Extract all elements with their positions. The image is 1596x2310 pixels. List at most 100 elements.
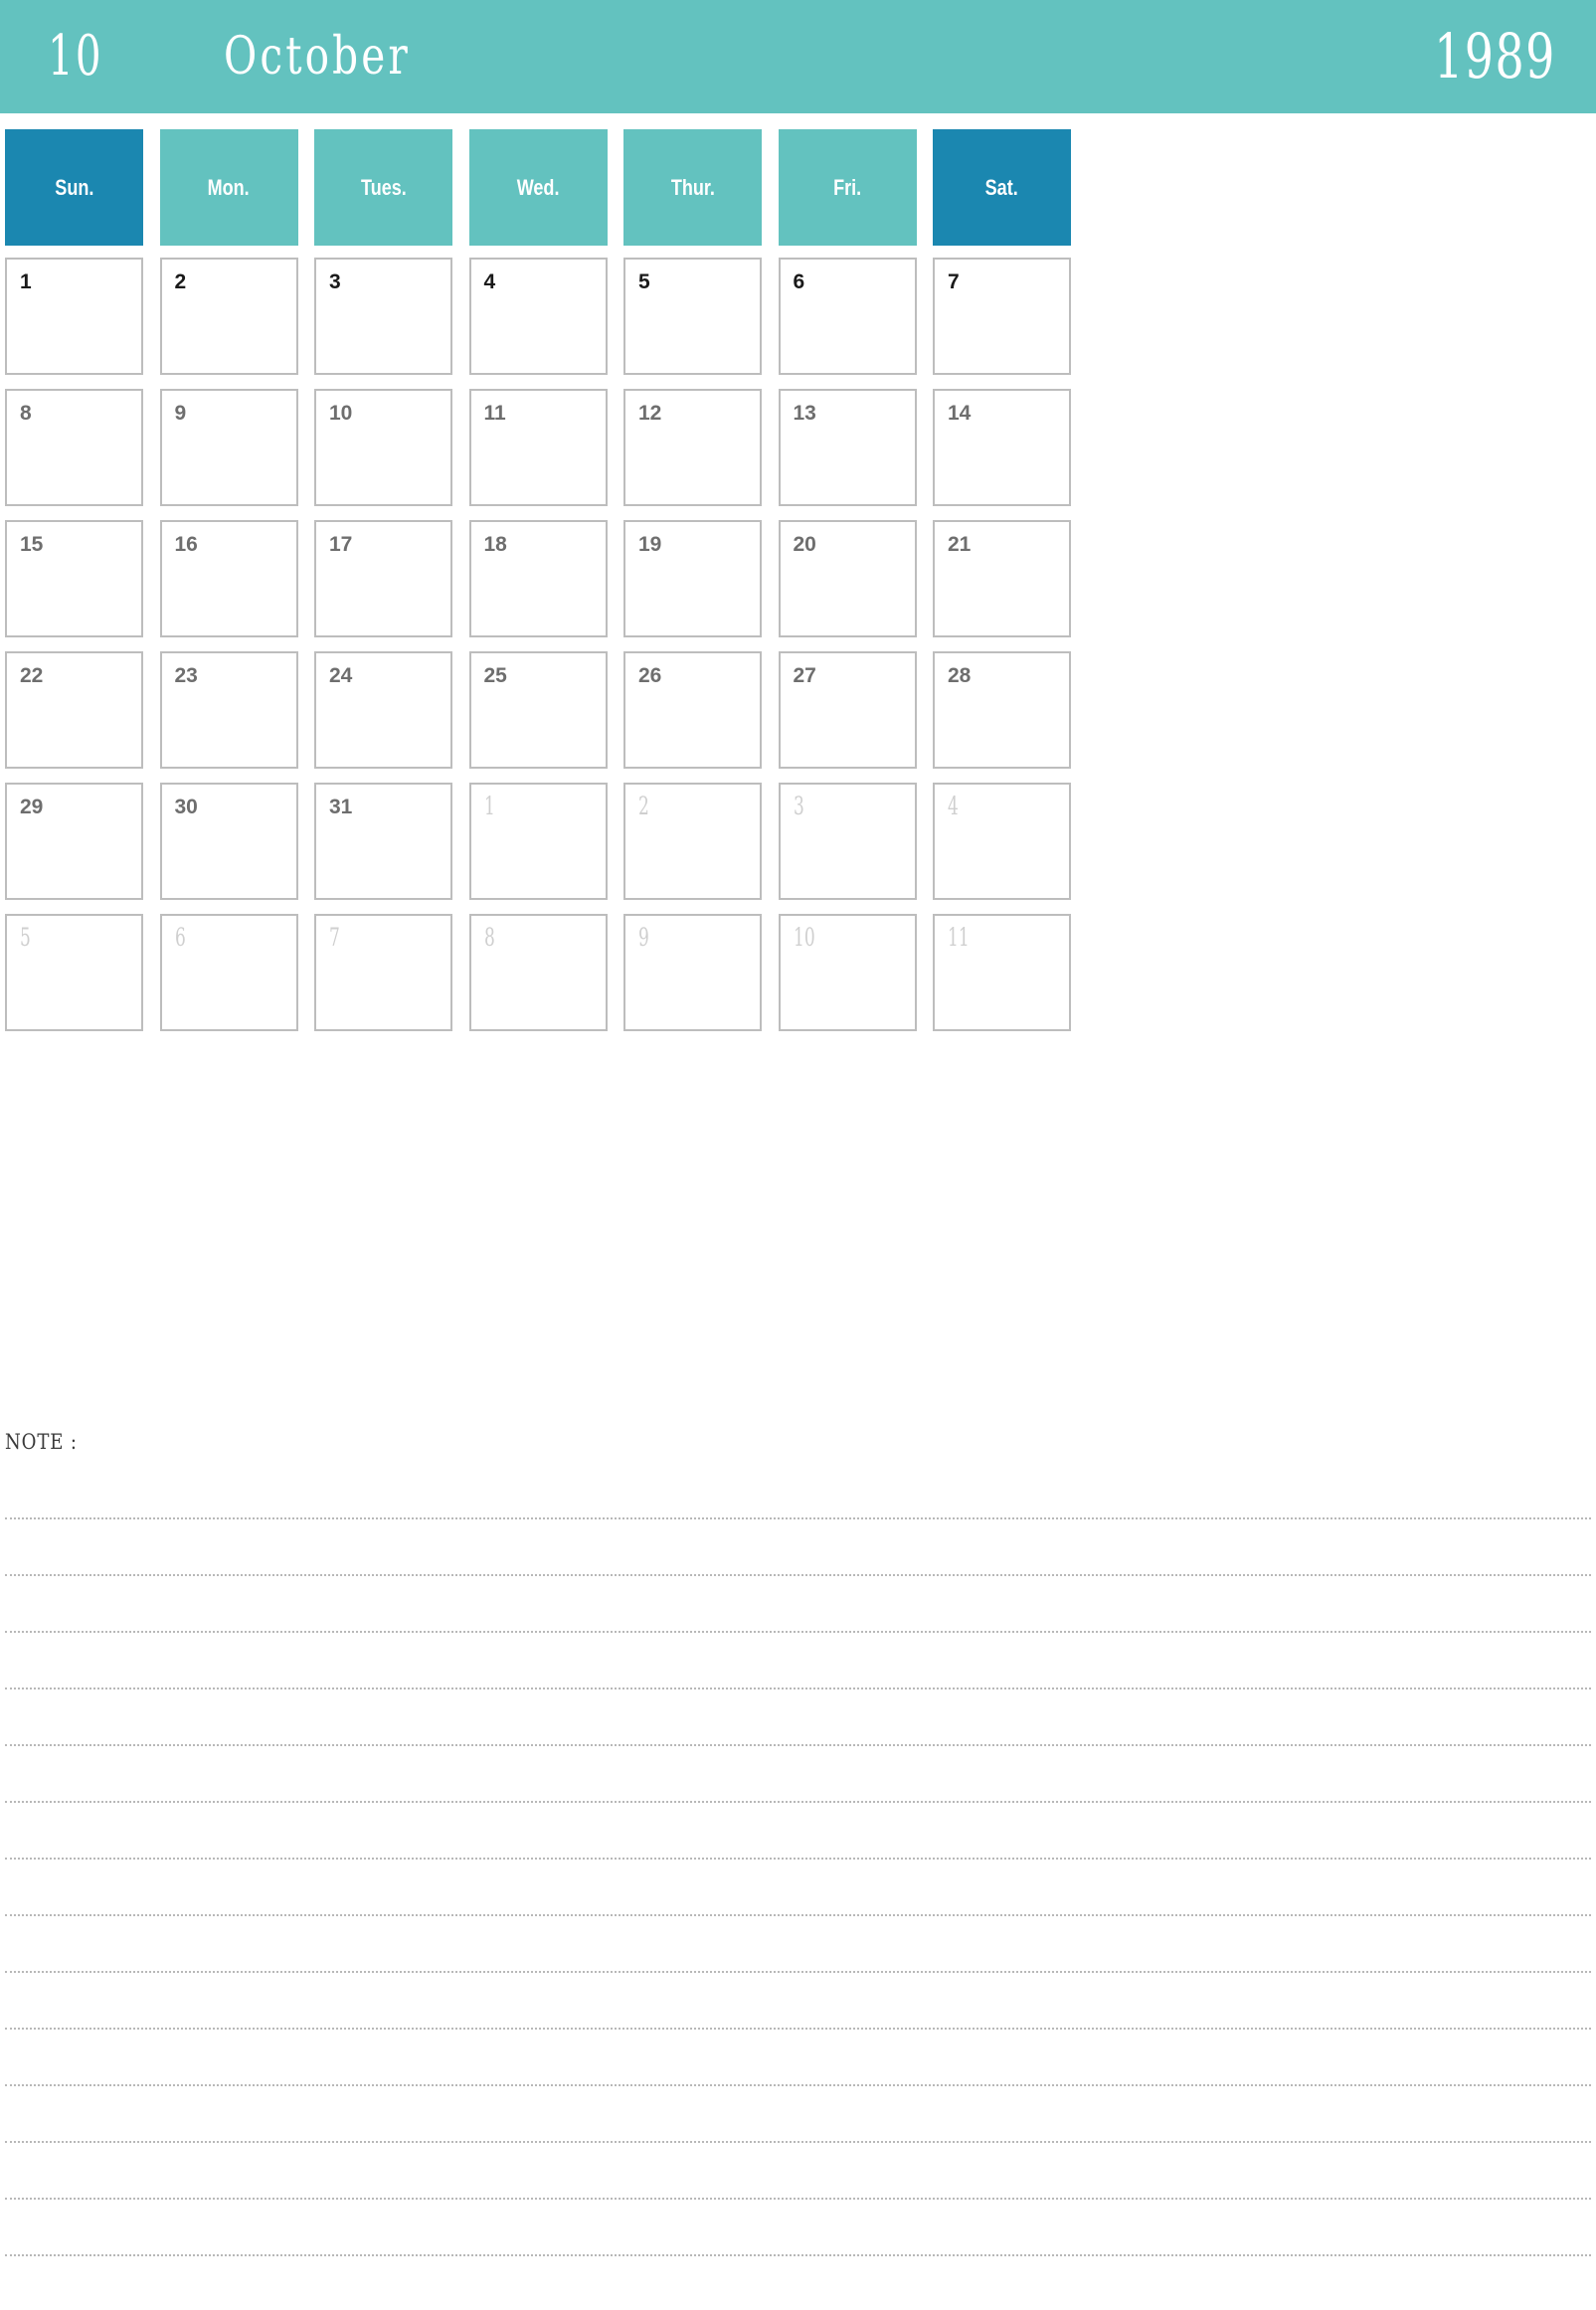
calendar-day-cell[interactable]: 26: [623, 651, 762, 769]
note-rule-line[interactable]: [5, 2030, 1591, 2086]
calendar-day-cell[interactable]: 1: [468, 783, 608, 900]
calendar-cell-wrapper: 1: [5, 258, 143, 375]
day-number: 4: [483, 270, 496, 293]
calendar-cell-wrapper: 26: [623, 651, 762, 769]
calendar-cell-wrapper: 3: [778, 783, 917, 900]
note-rule-line[interactable]: [5, 1803, 1591, 1860]
calendar-day-cell[interactable]: 30: [159, 783, 298, 900]
calendar-day-cell[interactable]: 4: [468, 258, 608, 375]
calendar-day-cell[interactable]: 16: [159, 520, 298, 637]
calendar-title-banner: 10 October 1989: [0, 0, 1596, 113]
calendar-day-cell[interactable]: 5: [623, 258, 762, 375]
note-rule-line[interactable]: [5, 1576, 1591, 1633]
calendar-day-cell[interactable]: 7: [314, 914, 452, 1031]
calendar-cell-wrapper: 30: [159, 783, 298, 900]
weekday-header-sat: Sat.: [933, 129, 1071, 246]
calendar-cell-wrapper: 4: [933, 783, 1071, 900]
calendar-day-cell[interactable]: 3: [778, 783, 917, 900]
note-rule-line[interactable]: [5, 1689, 1591, 1746]
note-label: NOTE :: [5, 1430, 78, 1454]
calendar-day-cell[interactable]: 7: [933, 258, 1071, 375]
day-number: 5: [20, 923, 31, 952]
calendar-day-cell[interactable]: 8: [5, 389, 143, 506]
calendar-day-cell[interactable]: 11: [933, 914, 1071, 1031]
calendar-cell-wrapper: 6: [159, 914, 298, 1031]
day-number: 11: [948, 923, 970, 952]
weekday-header-mon: Mon.: [159, 129, 298, 246]
calendar-cell-wrapper: 17: [314, 520, 452, 637]
day-number: 9: [638, 923, 649, 952]
note-rule-line[interactable]: [5, 1860, 1591, 1916]
day-number: 9: [174, 402, 187, 425]
calendar-day-cell[interactable]: 18: [468, 520, 608, 637]
calendar-day-cell[interactable]: 2: [159, 258, 298, 375]
calendar-cell-wrapper: 7: [933, 258, 1071, 375]
calendar-day-cell[interactable]: 9: [623, 914, 762, 1031]
calendar-day-cell[interactable]: 4: [933, 783, 1071, 900]
calendar-day-cell[interactable]: 29: [5, 783, 143, 900]
calendar-cell-wrapper: 11: [468, 389, 608, 506]
note-rule-line[interactable]: [5, 1463, 1591, 1519]
calendar-day-cell[interactable]: 1: [5, 258, 143, 375]
calendar-day-cell[interactable]: 25: [468, 651, 608, 769]
note-rule-line[interactable]: [5, 1916, 1591, 1973]
calendar-day-cell[interactable]: 6: [159, 914, 298, 1031]
day-number: 27: [793, 664, 816, 687]
calendar-cell-wrapper: 21: [933, 520, 1071, 637]
note-rule-line[interactable]: [5, 2143, 1591, 2200]
day-number: 24: [329, 664, 353, 687]
calendar-day-cell[interactable]: 10: [314, 389, 452, 506]
day-number: 6: [793, 270, 805, 293]
calendar-day-cell[interactable]: 19: [623, 520, 762, 637]
calendar-day-cell[interactable]: 31: [314, 783, 452, 900]
calendar-cell-wrapper: 16: [159, 520, 298, 637]
calendar-day-cell[interactable]: 9: [159, 389, 298, 506]
weekday-header-thur: Thur.: [623, 129, 762, 246]
calendar-cell-wrapper: 10: [778, 914, 917, 1031]
calendar-day-cell[interactable]: 8: [468, 914, 608, 1031]
calendar-cell-wrapper: 1: [468, 783, 608, 900]
calendar-day-cell[interactable]: 14: [933, 389, 1071, 506]
calendar-week-row: 8 9 10 11 12 13 14: [5, 389, 1591, 506]
calendar-day-cell[interactable]: 15: [5, 520, 143, 637]
calendar-day-cell[interactable]: 20: [778, 520, 917, 637]
note-lines[interactable]: [5, 1463, 1591, 2310]
calendar-day-cell[interactable]: 22: [5, 651, 143, 769]
weekday-header-cell: Thur.: [623, 129, 762, 246]
day-number: 18: [483, 533, 507, 556]
calendar-cell-wrapper: 20: [778, 520, 917, 637]
calendar-day-cell[interactable]: 17: [314, 520, 452, 637]
calendar-cell-wrapper: 9: [159, 389, 298, 506]
day-number: 22: [20, 664, 44, 687]
note-rule-line[interactable]: [5, 2086, 1591, 2143]
note-rule-line[interactable]: [5, 2200, 1591, 2256]
weekday-header-fri: Fri.: [778, 129, 917, 246]
calendar-day-cell[interactable]: 21: [933, 520, 1071, 637]
calendar-day-cell[interactable]: 24: [314, 651, 452, 769]
day-number: 21: [948, 533, 972, 556]
note-rule-line[interactable]: [5, 2256, 1591, 2310]
day-number: 23: [174, 664, 198, 687]
calendar-day-cell[interactable]: 3: [314, 258, 452, 375]
calendar-day-cell[interactable]: 5: [5, 914, 143, 1031]
weekday-label: Wed.: [516, 174, 560, 200]
calendar-cell-wrapper: 19: [623, 520, 762, 637]
calendar-day-cell[interactable]: 13: [778, 389, 917, 506]
calendar-day-cell[interactable]: 6: [778, 258, 917, 375]
note-rule-line[interactable]: [5, 1746, 1591, 1803]
note-rule-line[interactable]: [5, 1973, 1591, 2030]
calendar-day-cell[interactable]: 23: [159, 651, 298, 769]
calendar-grid: Sun. Mon. Tues. Wed. Thur. Fri. Sat. 123456789…: [5, 129, 1591, 1045]
calendar-day-cell[interactable]: 2: [623, 783, 762, 900]
calendar-day-cell[interactable]: 10: [778, 914, 917, 1031]
calendar-day-cell[interactable]: 27: [778, 651, 917, 769]
calendar-day-cell[interactable]: 11: [468, 389, 608, 506]
calendar-week-rows: 1 2 3 4 5 6 7 8 9 10 11 12 13 14 15 16 17 18 19 20 21 22 23 24 2…: [5, 258, 1591, 1031]
calendar-day-cell[interactable]: 12: [623, 389, 762, 506]
calendar-day-cell[interactable]: 28: [933, 651, 1071, 769]
calendar-cell-wrapper: 18: [468, 520, 608, 637]
note-rule-line[interactable]: [5, 1633, 1591, 1689]
calendar-cell-wrapper: 15: [5, 520, 143, 637]
calendar-week-row: 5 6 7 8 9 10 11: [5, 914, 1591, 1031]
note-rule-line[interactable]: [5, 1519, 1591, 1576]
